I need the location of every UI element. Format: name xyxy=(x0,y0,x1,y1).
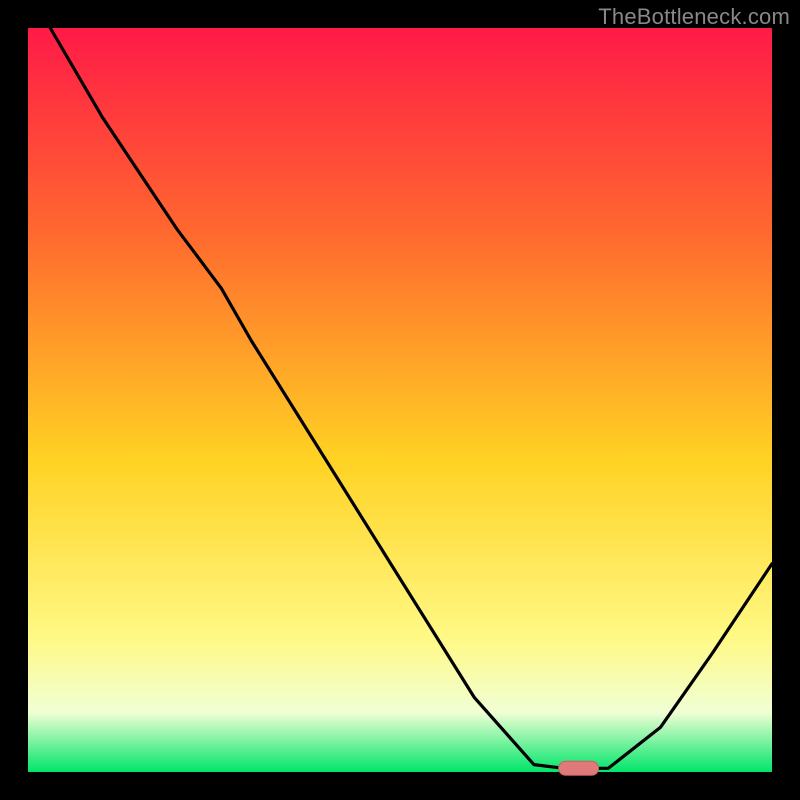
plot-background xyxy=(28,28,772,772)
bottleneck-chart xyxy=(0,0,800,800)
watermark-text: TheBottleneck.com xyxy=(598,4,790,30)
optimal-point-marker xyxy=(559,761,599,775)
chart-container: TheBottleneck.com xyxy=(0,0,800,800)
